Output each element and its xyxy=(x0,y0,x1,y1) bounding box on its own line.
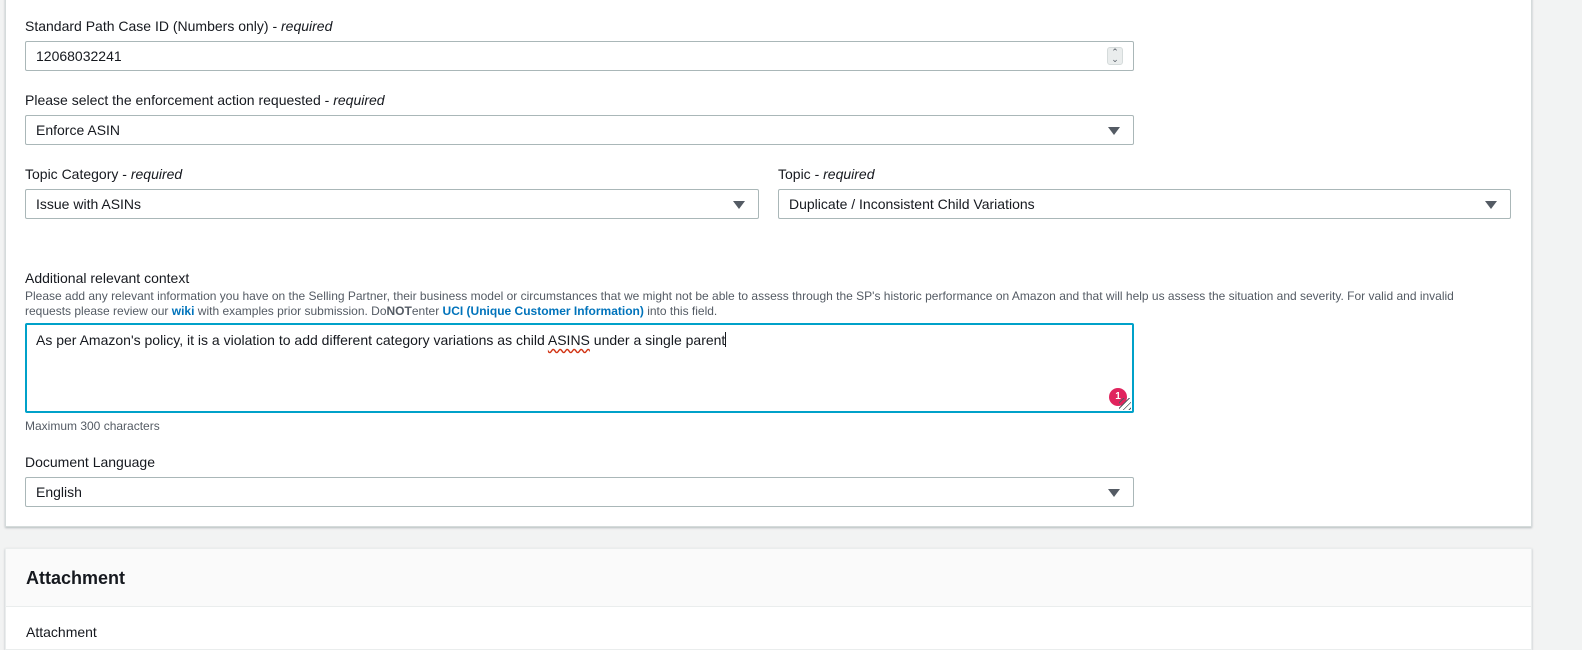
required-separator: - xyxy=(320,92,334,108)
attachment-header: Attachment xyxy=(6,549,1531,607)
number-spinner-icon[interactable]: ⌃ ⌄ xyxy=(1107,47,1123,65)
caret-down-icon xyxy=(733,201,745,209)
enforcement-label-text: Please select the enforcement action req… xyxy=(25,92,321,108)
required-marker: required xyxy=(333,92,385,108)
context-label: Additional relevant context xyxy=(25,270,190,286)
case-id-label-text: Standard Path Case ID (Numbers only) xyxy=(25,18,269,34)
required-marker: required xyxy=(130,166,183,182)
uci-link[interactable]: UCI (Unique Customer Information) xyxy=(443,304,644,318)
topic-category-select[interactable]: Issue with ASINs xyxy=(25,189,759,219)
spellcheck-word[interactable]: ASINS xyxy=(548,332,590,348)
context-description-text: with examples prior submission. Do xyxy=(194,304,387,318)
context-description-text: into this field. xyxy=(643,304,718,318)
topic-category-label: Topic Category - required xyxy=(25,166,182,182)
not-emphasis: NOT xyxy=(386,304,412,318)
resize-handle-icon[interactable] xyxy=(1119,398,1131,410)
character-limit-hint: Maximum 300 characters xyxy=(25,419,160,433)
language-select[interactable]: English xyxy=(25,477,1134,507)
required-separator: - xyxy=(118,166,131,182)
context-textarea-value: As per Amazon's policy, it is a violatio… xyxy=(36,332,727,348)
enforcement-label: Please select the enforcement action req… xyxy=(25,92,385,108)
language-label: Document Language xyxy=(25,454,155,470)
context-textarea[interactable]: As per Amazon's policy, it is a violatio… xyxy=(25,323,1134,413)
case-id-input[interactable]: 12068032241 ⌃ ⌄ xyxy=(25,41,1134,71)
context-description-text: enter xyxy=(411,304,443,318)
enforcement-select[interactable]: Enforce ASIN xyxy=(25,115,1134,145)
attachment-field-label: Attachment xyxy=(26,624,97,640)
enforcement-value: Enforce ASIN xyxy=(36,122,121,138)
topic-category-label-text: Topic Category xyxy=(25,166,119,182)
topic-label: Topic - required xyxy=(778,166,875,182)
language-value: English xyxy=(36,484,82,500)
topic-value: Duplicate / Inconsistent Child Variation… xyxy=(789,196,1035,212)
caret-down-icon xyxy=(1108,489,1120,497)
required-marker: required xyxy=(823,166,875,182)
caret-down-icon xyxy=(1108,127,1120,135)
context-text: As per Amazon's policy, it is a violatio… xyxy=(36,332,548,348)
attachment-panel: Attachment Attachment xyxy=(5,548,1532,650)
attachment-title: Attachment xyxy=(26,568,126,588)
text-cursor xyxy=(725,332,727,347)
case-id-value: 12068032241 xyxy=(36,48,122,64)
caret-down-icon xyxy=(1485,201,1497,209)
required-separator: - xyxy=(810,166,824,182)
case-id-label: Standard Path Case ID (Numbers only) - r… xyxy=(25,18,332,34)
required-marker: required xyxy=(281,18,333,34)
required-separator: - xyxy=(268,18,282,34)
context-description: Please add any relevant information you … xyxy=(25,289,1485,319)
context-text: under a single parent xyxy=(589,332,726,348)
wiki-link[interactable]: wiki xyxy=(172,304,195,318)
topic-label-text: Topic xyxy=(778,166,811,182)
topic-category-value: Issue with ASINs xyxy=(36,196,142,212)
topic-select[interactable]: Duplicate / Inconsistent Child Variation… xyxy=(778,189,1511,219)
case-details-panel xyxy=(5,0,1532,527)
